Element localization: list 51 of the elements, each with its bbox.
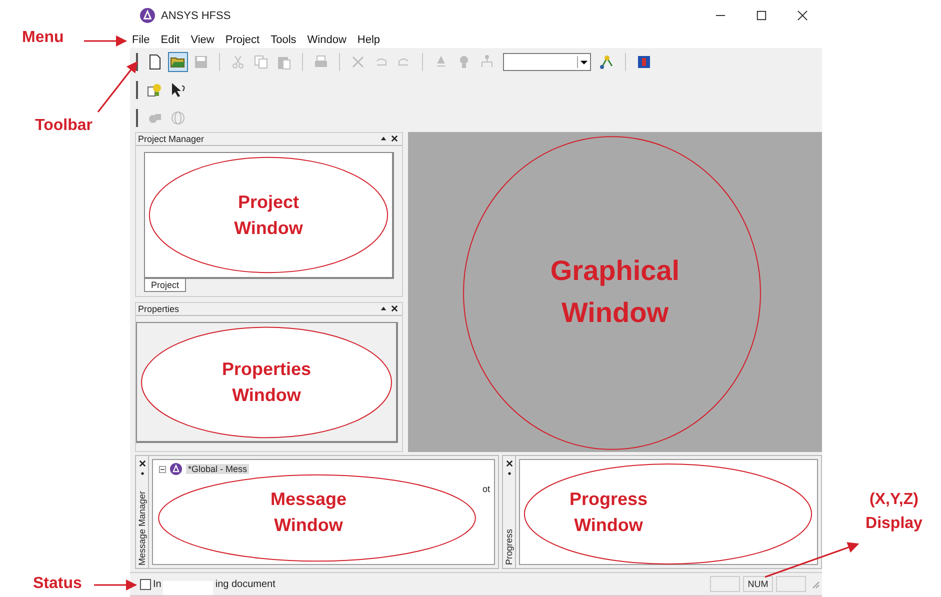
collapse-icon[interactable] bbox=[159, 466, 166, 473]
status-text: In bbox=[153, 578, 162, 590]
caret-icon[interactable] bbox=[577, 56, 590, 68]
close-icon[interactable] bbox=[506, 460, 512, 468]
panel-tab[interactable]: Project bbox=[144, 278, 186, 292]
menu-item[interactable]: View bbox=[190, 34, 214, 46]
callout-label: Graphical Window bbox=[549, 254, 681, 330]
maximize-icon[interactable] bbox=[756, 10, 767, 22]
menu-item[interactable]: File bbox=[132, 34, 150, 46]
callout-label: Status bbox=[33, 575, 82, 593]
callout-label: Progress Window bbox=[568, 488, 649, 538]
callout-arrow bbox=[84, 35, 128, 47]
callout-label: Menu bbox=[22, 29, 64, 47]
pin-icon[interactable] bbox=[380, 305, 387, 312]
message-text: ot bbox=[482, 484, 490, 494]
callout-label: (X,Y,Z) Display bbox=[864, 490, 924, 534]
pin-icon[interactable] bbox=[138, 470, 146, 478]
callout-label: Project Window bbox=[233, 190, 304, 240]
resize-grip-icon[interactable] bbox=[810, 579, 820, 590]
menu-item[interactable]: Help bbox=[357, 34, 380, 46]
dropdown-field[interactable] bbox=[503, 52, 591, 71]
callout-label: Properties Window bbox=[220, 358, 312, 408]
callout-label: Message Window bbox=[269, 488, 348, 538]
status-icon bbox=[140, 578, 151, 590]
menu-item[interactable]: Tools bbox=[270, 34, 296, 46]
tree-node-label[interactable]: *Global - Mess bbox=[186, 464, 250, 474]
blank-patch bbox=[163, 581, 214, 595]
close-icon[interactable] bbox=[138, 460, 146, 468]
callout-arrow bbox=[94, 579, 138, 591]
status-text: ing document bbox=[215, 578, 276, 590]
app-logo-icon bbox=[170, 463, 182, 476]
panel-title: Message Manager bbox=[137, 490, 147, 566]
close-icon[interactable] bbox=[391, 305, 398, 312]
callout-arrow bbox=[97, 61, 138, 112]
menu-item[interactable]: Edit bbox=[160, 34, 180, 46]
status-pane: NUM bbox=[743, 576, 773, 592]
panel-title: Progress bbox=[504, 529, 514, 566]
status-pane bbox=[776, 576, 806, 592]
menu-item[interactable]: Window bbox=[307, 34, 346, 46]
pin-icon[interactable] bbox=[506, 470, 512, 478]
panel-title: Project Manager bbox=[138, 134, 204, 144]
app-logo-icon bbox=[140, 8, 155, 24]
close-icon[interactable] bbox=[391, 135, 398, 142]
folder-icon[interactable] bbox=[168, 52, 188, 72]
menu-item[interactable]: Project bbox=[225, 34, 260, 46]
close-icon[interactable] bbox=[797, 10, 808, 22]
callout-label: Toolbar bbox=[35, 117, 92, 135]
panel-title: Properties bbox=[138, 304, 180, 314]
status-pane bbox=[710, 576, 740, 592]
pin-icon[interactable] bbox=[380, 135, 387, 142]
window-title: ANSYS HFSS bbox=[161, 10, 231, 22]
